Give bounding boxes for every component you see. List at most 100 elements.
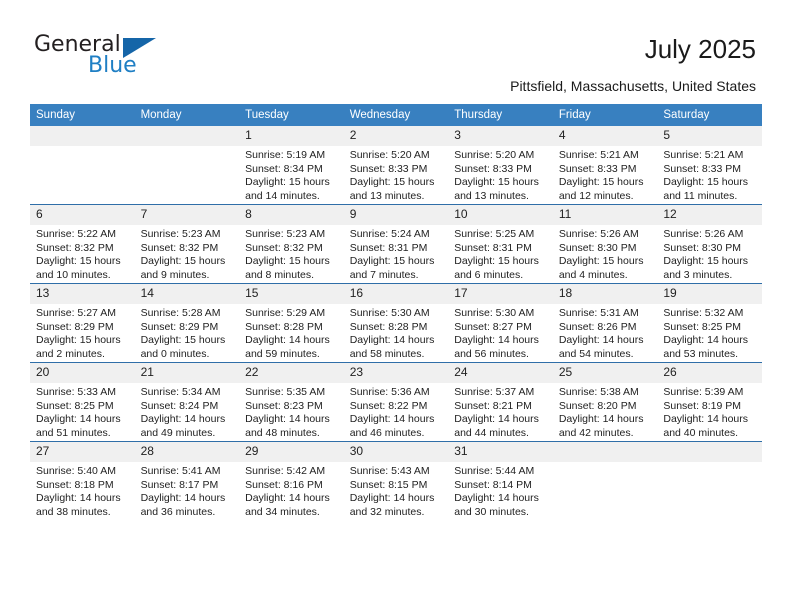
- day-number: 31: [448, 442, 553, 462]
- day-cell[interactable]: 28 Sunrise: 5:41 AM Sunset: 8:17 PM Dayl…: [134, 441, 240, 520]
- day-cell[interactable]: 25 Sunrise: 5:38 AM Sunset: 8:20 PM Dayl…: [552, 362, 658, 442]
- day-cell[interactable]: 11 Sunrise: 5:26 AM Sunset: 8:30 PM Dayl…: [552, 204, 658, 284]
- sunrise-text: Sunrise: 5:23 AM: [245, 228, 326, 240]
- daylight-text-line1: Daylight: 15 hours: [140, 255, 226, 268]
- day-info: Sunrise: 5:19 AM Sunset: 8:34 PM Dayligh…: [239, 146, 344, 203]
- sunrise-text: Sunrise: 5:32 AM: [663, 307, 744, 319]
- day-cell[interactable]: 4 Sunrise: 5:21 AM Sunset: 8:33 PM Dayli…: [552, 126, 658, 205]
- day-cell[interactable]: [552, 441, 658, 520]
- day-info: Sunrise: 5:23 AM Sunset: 8:32 PM Dayligh…: [135, 225, 240, 282]
- day-cell[interactable]: 9 Sunrise: 5:24 AM Sunset: 8:31 PM Dayli…: [343, 204, 449, 284]
- day-number: 26: [657, 363, 762, 383]
- day-number: 4: [552, 126, 658, 146]
- day-cell[interactable]: 27 Sunrise: 5:40 AM Sunset: 8:18 PM Dayl…: [30, 441, 135, 520]
- sunrise-text: Sunrise: 5:22 AM: [36, 228, 116, 240]
- day-info: Sunrise: 5:27 AM Sunset: 8:29 PM Dayligh…: [30, 304, 135, 361]
- daylight-text-line1: Daylight: 14 hours: [140, 413, 226, 426]
- day-cell[interactable]: [30, 126, 135, 205]
- day-number: 3: [448, 126, 553, 146]
- day-cell[interactable]: 3 Sunrise: 5:20 AM Sunset: 8:33 PM Dayli…: [448, 126, 553, 205]
- page-header: General Blue July 2025 Pittsfield, Massa…: [0, 0, 792, 100]
- day-cell[interactable]: 17 Sunrise: 5:30 AM Sunset: 8:27 PM Dayl…: [448, 283, 553, 363]
- sunrise-text: Sunrise: 5:20 AM: [349, 149, 430, 161]
- sunrise-text: Sunrise: 5:26 AM: [663, 228, 744, 240]
- daylight-text-line2: and 3 minutes.: [663, 268, 733, 281]
- day-cell[interactable]: 5 Sunrise: 5:21 AM Sunset: 8:33 PM Dayli…: [657, 126, 762, 205]
- day-info: Sunrise: 5:40 AM Sunset: 8:18 PM Dayligh…: [30, 462, 135, 519]
- day-info: Sunrise: 5:29 AM Sunset: 8:28 PM Dayligh…: [239, 304, 344, 361]
- day-cell[interactable]: 13 Sunrise: 5:27 AM Sunset: 8:29 PM Dayl…: [30, 283, 135, 363]
- sunrise-text: Sunrise: 5:24 AM: [349, 228, 430, 240]
- calendar-header-row: Sunday Monday Tuesday Wednesday Thursday…: [30, 104, 762, 126]
- day-cell[interactable]: [657, 441, 762, 520]
- day-cell[interactable]: 26 Sunrise: 5:39 AM Sunset: 8:19 PM Dayl…: [657, 362, 762, 442]
- day-info: Sunrise: 5:35 AM Sunset: 8:23 PM Dayligh…: [239, 383, 344, 440]
- daylight-text-line1: Daylight: 15 hours: [349, 176, 435, 189]
- day-cell[interactable]: 23 Sunrise: 5:36 AM Sunset: 8:22 PM Dayl…: [343, 362, 449, 442]
- day-cell[interactable]: 21 Sunrise: 5:34 AM Sunset: 8:24 PM Dayl…: [134, 362, 240, 442]
- sunset-text: Sunset: 8:17 PM: [140, 478, 219, 491]
- sunset-text: Sunset: 8:15 PM: [349, 478, 428, 491]
- daylight-text-line2: and 42 minutes.: [558, 426, 634, 439]
- day-info: Sunrise: 5:31 AM Sunset: 8:26 PM Dayligh…: [553, 304, 658, 361]
- sunrise-text: Sunrise: 5:44 AM: [454, 465, 535, 477]
- sunset-text: Sunset: 8:24 PM: [140, 399, 219, 412]
- calendar-body: 1 Sunrise: 5:19 AM Sunset: 8:34 PM Dayli…: [30, 126, 762, 520]
- day-info: Sunrise: 5:43 AM Sunset: 8:15 PM Dayligh…: [344, 462, 449, 519]
- day-number: 9: [343, 205, 449, 225]
- day-info: Sunrise: 5:25 AM Sunset: 8:31 PM Dayligh…: [448, 225, 553, 282]
- sunset-text: Sunset: 8:30 PM: [558, 241, 637, 254]
- day-cell[interactable]: 2 Sunrise: 5:20 AM Sunset: 8:33 PM Dayli…: [343, 126, 449, 205]
- sunset-text: Sunset: 8:23 PM: [245, 399, 323, 412]
- sunset-text: Sunset: 8:16 PM: [245, 478, 323, 491]
- day-cell[interactable]: 1 Sunrise: 5:19 AM Sunset: 8:34 PM Dayli…: [239, 126, 344, 205]
- daylight-text-line1: Daylight: 14 hours: [349, 334, 435, 347]
- sunrise-text: Sunrise: 5:30 AM: [349, 307, 430, 319]
- day-number: 2: [343, 126, 449, 146]
- day-cell[interactable]: 16 Sunrise: 5:30 AM Sunset: 8:28 PM Dayl…: [343, 283, 449, 363]
- daylight-text-line1: Daylight: 15 hours: [245, 255, 330, 268]
- sunrise-text: Sunrise: 5:31 AM: [558, 307, 639, 319]
- day-cell[interactable]: 7 Sunrise: 5:23 AM Sunset: 8:32 PM Dayli…: [134, 204, 240, 284]
- day-cell[interactable]: 22 Sunrise: 5:35 AM Sunset: 8:23 PM Dayl…: [239, 362, 344, 442]
- day-number: [657, 442, 762, 462]
- day-cell[interactable]: 24 Sunrise: 5:37 AM Sunset: 8:21 PM Dayl…: [448, 362, 553, 442]
- day-cell[interactable]: 31 Sunrise: 5:44 AM Sunset: 8:14 PM Dayl…: [448, 441, 553, 520]
- day-cell[interactable]: 10 Sunrise: 5:25 AM Sunset: 8:31 PM Dayl…: [448, 204, 553, 284]
- day-number: 1: [239, 126, 344, 146]
- day-info: Sunrise: 5:21 AM Sunset: 8:33 PM Dayligh…: [553, 146, 658, 203]
- daylight-text-line2: and 6 minutes.: [454, 268, 524, 281]
- day-info: Sunrise: 5:36 AM Sunset: 8:22 PM Dayligh…: [344, 383, 449, 440]
- day-cell[interactable]: 20 Sunrise: 5:33 AM Sunset: 8:25 PM Dayl…: [30, 362, 135, 442]
- daylight-text-line2: and 34 minutes.: [245, 505, 320, 518]
- day-cell[interactable]: [134, 126, 240, 205]
- day-info: Sunrise: 5:20 AM Sunset: 8:33 PM Dayligh…: [344, 146, 449, 203]
- sunset-text: Sunset: 8:14 PM: [454, 478, 532, 491]
- day-number: 12: [657, 205, 762, 225]
- day-number: 25: [552, 363, 658, 383]
- day-info: Sunrise: 5:37 AM Sunset: 8:21 PM Dayligh…: [448, 383, 553, 440]
- day-cell[interactable]: 8 Sunrise: 5:23 AM Sunset: 8:32 PM Dayli…: [239, 204, 344, 284]
- day-info: Sunrise: 5:28 AM Sunset: 8:29 PM Dayligh…: [135, 304, 240, 361]
- day-cell[interactable]: 14 Sunrise: 5:28 AM Sunset: 8:29 PM Dayl…: [134, 283, 240, 363]
- daylight-text-line1: Daylight: 14 hours: [245, 492, 330, 505]
- day-cell[interactable]: 6 Sunrise: 5:22 AM Sunset: 8:32 PM Dayli…: [30, 204, 135, 284]
- daylight-text-line2: and 36 minutes.: [140, 505, 216, 518]
- calendar-page: General Blue July 2025 Pittsfield, Massa…: [0, 0, 792, 612]
- day-number: 22: [239, 363, 344, 383]
- day-cell[interactable]: 29 Sunrise: 5:42 AM Sunset: 8:16 PM Dayl…: [239, 441, 344, 520]
- day-cell[interactable]: 19 Sunrise: 5:32 AM Sunset: 8:25 PM Dayl…: [657, 283, 762, 363]
- sunrise-text: Sunrise: 5:33 AM: [36, 386, 116, 398]
- day-cell[interactable]: 18 Sunrise: 5:31 AM Sunset: 8:26 PM Dayl…: [552, 283, 658, 363]
- sunrise-text: Sunrise: 5:41 AM: [140, 465, 221, 477]
- day-cell[interactable]: 30 Sunrise: 5:43 AM Sunset: 8:15 PM Dayl…: [343, 441, 449, 520]
- day-number: 30: [343, 442, 449, 462]
- calendar-week-row: 27 Sunrise: 5:40 AM Sunset: 8:18 PM Dayl…: [30, 441, 762, 520]
- daylight-text-line2: and 56 minutes.: [454, 347, 529, 360]
- day-cell[interactable]: 12 Sunrise: 5:26 AM Sunset: 8:30 PM Dayl…: [657, 204, 762, 284]
- day-cell[interactable]: 15 Sunrise: 5:29 AM Sunset: 8:28 PM Dayl…: [239, 283, 344, 363]
- day-info: [30, 146, 135, 149]
- daylight-text-line2: and 13 minutes.: [349, 189, 425, 202]
- weekday-header-friday: Friday: [552, 104, 658, 126]
- general-blue-logo[interactable]: General Blue: [34, 34, 164, 82]
